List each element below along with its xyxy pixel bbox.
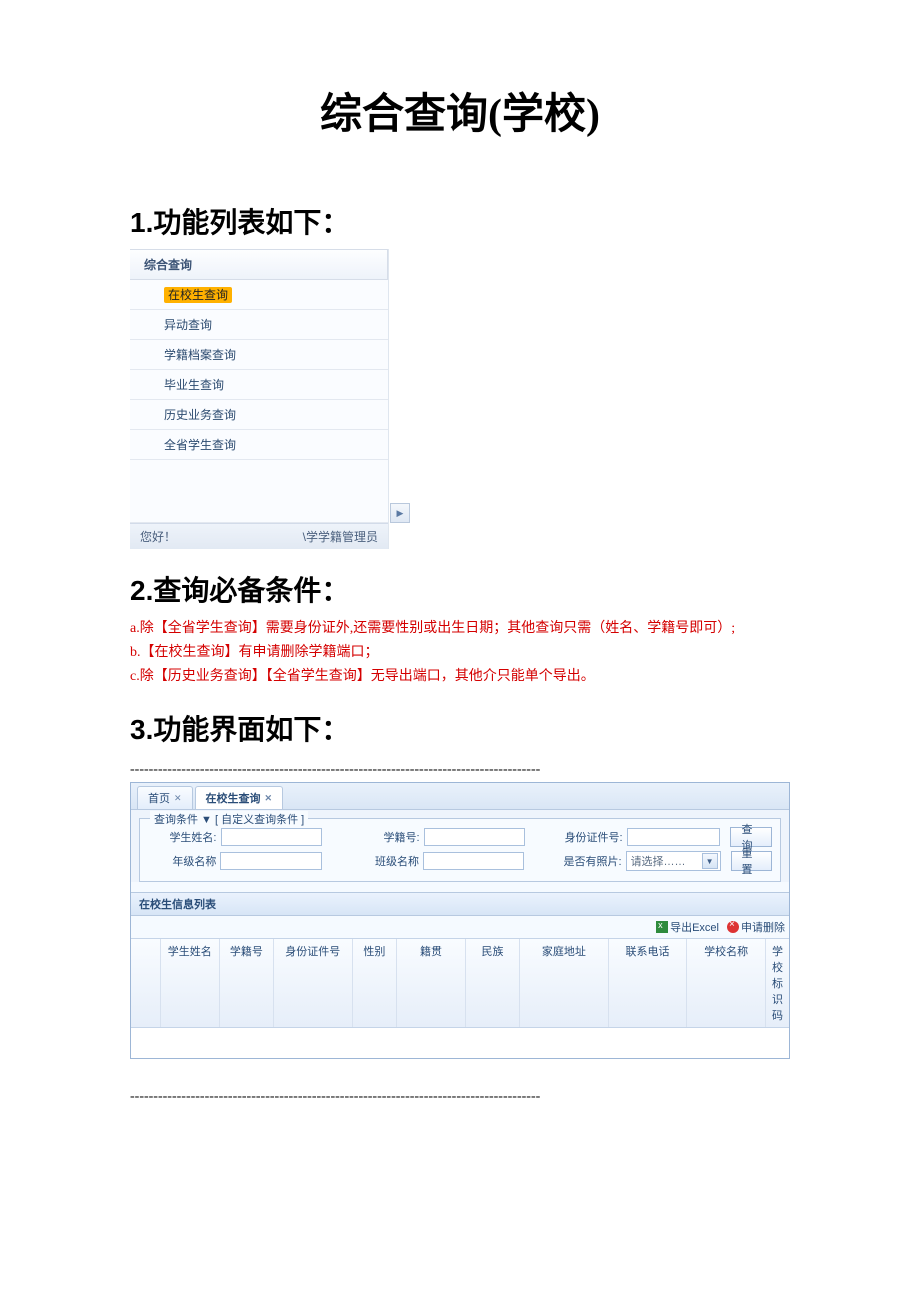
- sidebar-item-province[interactable]: 全省学生查询: [130, 430, 388, 460]
- close-icon[interactable]: ✕: [174, 793, 182, 804]
- tab-home[interactable]: 首页 ✕: [137, 786, 193, 809]
- apply-delete-link[interactable]: 申请删除: [741, 919, 785, 935]
- label-class: 班级名称: [326, 853, 419, 869]
- grid-body-empty: [131, 1028, 789, 1058]
- section-3-heading: 3.功能界面如下：: [130, 708, 790, 748]
- status-bar: 您好！ \学学籍管理员: [130, 523, 388, 549]
- select-has-photo[interactable]: 请选择…… ▼: [626, 851, 721, 871]
- section-2-heading: 2.查询必备条件：: [130, 569, 790, 609]
- condition-a: a.除【全省学生查询】需要身份证外,还需要性别或出生日期；其他查询只需（姓名、学…: [130, 617, 790, 641]
- reset-button[interactable]: 重 置: [731, 851, 772, 871]
- section-1-heading: 1.功能列表如下：: [130, 201, 790, 241]
- label-grade: 年级名称: [148, 853, 216, 869]
- scroll-right-button[interactable]: ▶: [390, 503, 410, 523]
- input-class-name[interactable]: [423, 852, 524, 870]
- query-fieldset: 查询条件 ▼ [ 自定义查询条件 ] 学生姓名: 学籍号: 身份证件号: 查 询…: [139, 818, 781, 882]
- fieldset-legend[interactable]: 查询条件 ▼ [ 自定义查询条件 ]: [150, 811, 308, 827]
- sidebar-item-history[interactable]: 历史业务查询: [130, 400, 388, 430]
- close-icon[interactable]: ✕: [265, 793, 273, 804]
- status-greeting: 您好！: [140, 528, 176, 545]
- label-id: 身份证件号:: [529, 829, 622, 845]
- col-name[interactable]: 学生姓名: [161, 939, 220, 1027]
- col-code[interactable]: 学籍号: [220, 939, 274, 1027]
- col-phone[interactable]: 联系电话: [609, 939, 688, 1027]
- status-role: \学学籍管理员: [303, 528, 378, 545]
- col-blank: [131, 939, 161, 1027]
- page-title: 综合查询(学校): [130, 80, 790, 141]
- sidebar-item-archive[interactable]: 学籍档案查询: [130, 340, 388, 370]
- query-button[interactable]: 查 询: [730, 827, 772, 847]
- col-id[interactable]: 身份证件号: [274, 939, 353, 1027]
- condition-c: c.除【历史业务查询】【全省学生查询】无导出端口，其他介只能单个导出。: [130, 665, 790, 689]
- tab-active-label: 在校生查询: [206, 790, 261, 806]
- chevron-down-icon: ▼: [702, 853, 718, 869]
- input-id-number[interactable]: [627, 828, 721, 846]
- delete-icon: [727, 921, 739, 933]
- sidebar-blank: [130, 460, 388, 523]
- select-placeholder: 请选择……: [631, 853, 686, 869]
- col-gender[interactable]: 性别: [353, 939, 397, 1027]
- label-code: 学籍号:: [326, 829, 419, 845]
- excel-icon: [656, 921, 668, 933]
- condition-b: b.【在校生查询】有申请删除学籍端口；: [130, 641, 790, 665]
- export-excel-link[interactable]: 导出Excel: [670, 919, 719, 935]
- col-origin[interactable]: 籍贯: [397, 939, 466, 1027]
- divider-top: ----------------------------------------…: [130, 762, 790, 778]
- col-school[interactable]: 学校名称: [687, 939, 766, 1027]
- grid-header: 学生姓名 学籍号 身份证件号 性别 籍贯 民族 家庭地址 联系电话 学校名称 学…: [131, 938, 789, 1028]
- sidebar-item-enrolled[interactable]: 在校生查询: [130, 280, 388, 310]
- col-address[interactable]: 家庭地址: [520, 939, 609, 1027]
- sidebar-item-graduate[interactable]: 毕业生查询: [130, 370, 388, 400]
- sidebar-item-label: 在校生查询: [164, 287, 232, 303]
- input-grade-name[interactable]: [220, 852, 321, 870]
- sidebar-group-header[interactable]: 综合查询: [130, 249, 388, 280]
- tab-bar: 首页 ✕ 在校生查询 ✕: [131, 783, 789, 810]
- chevron-right-icon: ▶: [390, 503, 410, 523]
- input-student-code[interactable]: [424, 828, 526, 846]
- tab-enrolled-query[interactable]: 在校生查询 ✕: [195, 786, 284, 809]
- tab-home-label: 首页: [148, 790, 170, 806]
- divider-bottom: ----------------------------------------…: [130, 1089, 790, 1105]
- label-name: 学生姓名:: [148, 829, 217, 845]
- grid-toolbar: 导出Excel 申请删除: [131, 916, 789, 938]
- col-ethnic[interactable]: 民族: [466, 939, 520, 1027]
- input-student-name[interactable]: [221, 828, 323, 846]
- col-schoolid[interactable]: 学校标识码: [766, 939, 789, 1027]
- app-screenshot: 首页 ✕ 在校生查询 ✕ 查询条件 ▼ [ 自定义查询条件 ] 学生姓名: 学籍…: [130, 782, 790, 1059]
- list-title-bar: 在校生信息列表: [131, 892, 789, 916]
- sidebar-screenshot: 综合查询 在校生查询 异动查询 学籍档案查询 毕业生查询 历史业务查询 全省学生…: [130, 249, 389, 549]
- label-photo: 是否有照片:: [528, 853, 621, 869]
- sidebar-item-change[interactable]: 异动查询: [130, 310, 388, 340]
